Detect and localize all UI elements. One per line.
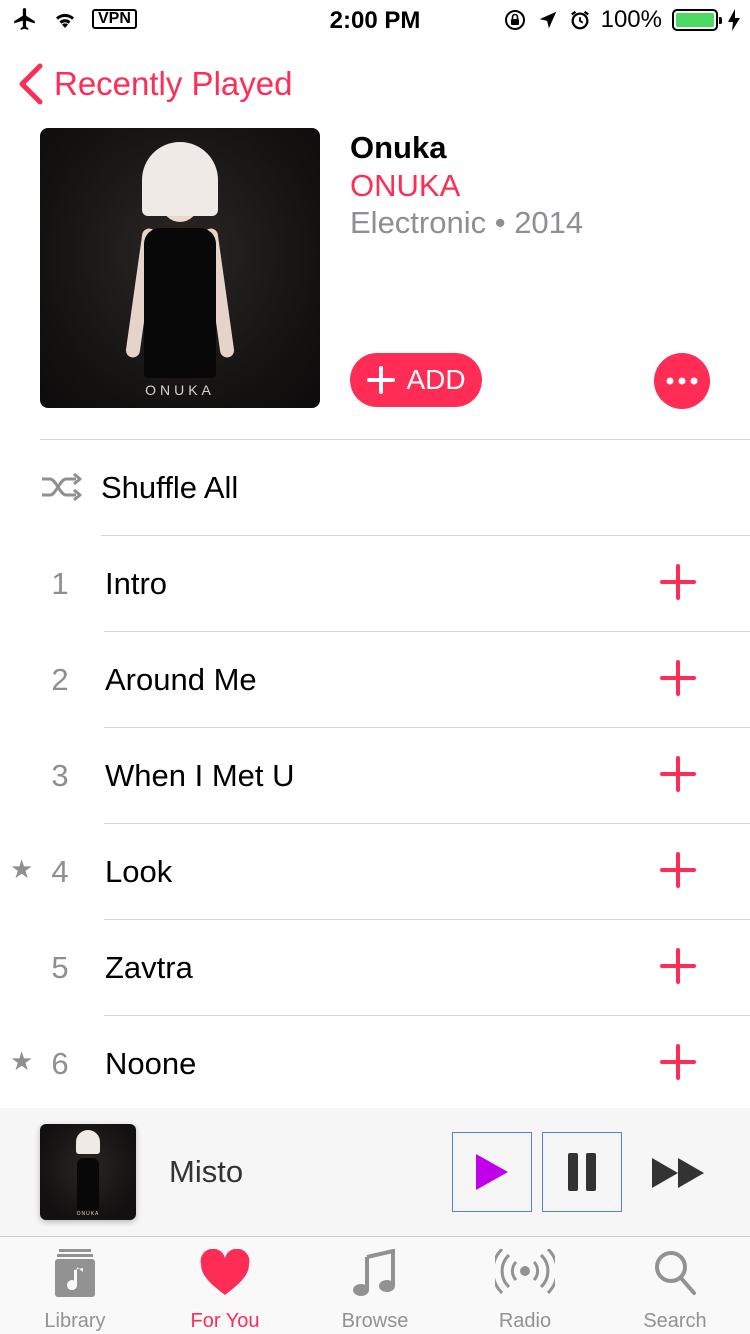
album-artist[interactable]: ONUKA — [350, 168, 460, 204]
battery-percent: 100% — [600, 6, 662, 33]
album-genre-year: Electronic • 2014 — [350, 205, 584, 240]
shuffle-all-row[interactable]: Shuffle All — [0, 440, 750, 536]
mini-artwork-text: ONUKA — [76, 1211, 100, 1217]
battery-icon — [672, 9, 722, 31]
location-icon — [539, 11, 556, 29]
track-row[interactable]: 1 Intro — [0, 536, 750, 632]
album-art-text: ONUKA — [145, 382, 215, 398]
tab-label: Browse — [341, 1310, 409, 1332]
tab-label: Library — [44, 1310, 106, 1332]
track-name: Around Me — [105, 662, 257, 697]
more-options-button[interactable] — [654, 353, 710, 409]
track-number: 3 — [51, 758, 69, 793]
add-track-plus-icon[interactable] — [660, 756, 696, 792]
music-note-icon — [353, 1249, 395, 1296]
orientation-lock-icon — [504, 10, 525, 30]
album-title: Onuka — [350, 130, 447, 165]
pause-icon — [568, 1153, 596, 1191]
track-name: When I Met U — [105, 758, 295, 793]
add-track-plus-icon[interactable] — [660, 660, 696, 696]
favorite-star-icon: ★ — [10, 1046, 34, 1076]
track-name: Zavtra — [105, 950, 193, 985]
tab-radio[interactable]: Radio — [450, 1237, 600, 1334]
track-row[interactable]: 2 Around Me — [0, 632, 750, 728]
plus-icon — [367, 366, 396, 394]
track-name: Look — [105, 854, 173, 889]
charging-bolt-icon — [728, 9, 740, 31]
add-track-plus-icon[interactable] — [660, 564, 696, 600]
add-track-plus-icon[interactable] — [660, 1044, 696, 1080]
mini-player-song: Misto — [169, 1154, 244, 1189]
back-label: Recently Played — [54, 65, 293, 102]
track-name: Noone — [105, 1046, 197, 1081]
tab-library[interactable]: Library — [0, 1237, 150, 1334]
add-label: ADD — [406, 364, 466, 395]
tab-label: For You — [190, 1310, 260, 1332]
status-bar: VPN 2:00 PM 100% — [0, 0, 750, 40]
tab-label: Radio — [498, 1310, 552, 1332]
play-button[interactable] — [452, 1132, 532, 1212]
library-icon — [55, 1249, 95, 1297]
shuffle-icon — [42, 472, 82, 502]
track-number: 1 — [51, 566, 69, 601]
track-row[interactable]: ★ 4 Look — [0, 824, 750, 920]
alarm-icon — [570, 10, 589, 30]
add-album-button[interactable]: ADD — [350, 353, 482, 407]
track-number: 5 — [51, 950, 69, 985]
pause-button[interactable] — [542, 1132, 622, 1212]
add-track-plus-icon[interactable] — [660, 852, 696, 888]
track-row[interactable]: ★ 6 Noone — [0, 1016, 750, 1112]
tab-for-you[interactable]: For You — [150, 1237, 300, 1334]
album-artwork[interactable]: ONUKA — [40, 128, 320, 408]
track-row[interactable]: 3 When I Met U — [0, 728, 750, 824]
tab-browse[interactable]: Browse — [300, 1237, 450, 1334]
add-track-plus-icon[interactable] — [660, 948, 696, 984]
tab-bar: Library For You Browse Radio Search — [0, 1236, 750, 1334]
track-number: 6 — [51, 1046, 69, 1081]
tab-label: Search — [643, 1310, 707, 1332]
shuffle-all-label: Shuffle All — [101, 470, 239, 505]
track-number: 2 — [51, 662, 69, 697]
mini-player-artwork: ONUKA — [40, 1124, 136, 1220]
ellipsis-icon — [666, 377, 698, 385]
chevron-left-icon — [19, 63, 43, 105]
track-number: 4 — [51, 854, 69, 889]
search-icon — [655, 1251, 696, 1295]
fast-forward-icon[interactable] — [650, 1156, 706, 1190]
track-row[interactable]: 5 Zavtra — [0, 920, 750, 1016]
track-name: Intro — [105, 566, 168, 601]
favorite-star-icon: ★ — [10, 854, 34, 884]
back-button[interactable]: Recently Played — [14, 62, 292, 106]
play-icon — [476, 1154, 508, 1190]
radio-icon — [495, 1249, 555, 1295]
heart-icon — [200, 1249, 250, 1295]
mini-player[interactable]: ONUKA Misto — [0, 1108, 750, 1236]
tab-search[interactable]: Search — [600, 1237, 750, 1334]
